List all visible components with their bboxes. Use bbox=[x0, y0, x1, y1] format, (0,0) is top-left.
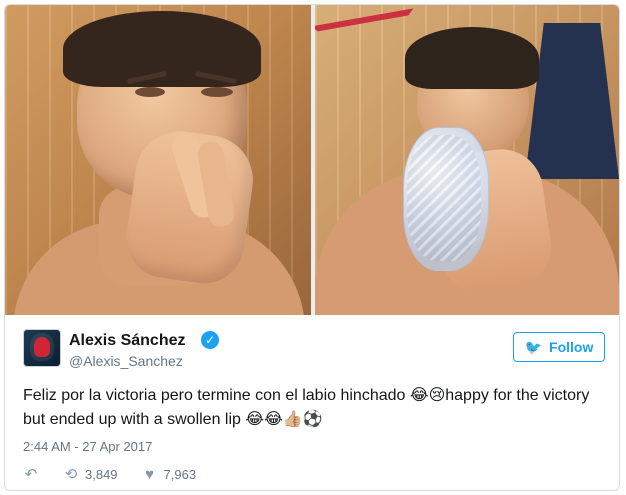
username[interactable]: @Alexis_Sanchez bbox=[69, 353, 183, 369]
tweet-actions: ↶ ⟲ 3,849 ♥ 7,963 bbox=[23, 467, 196, 482]
retweet-icon: ⟲ bbox=[64, 466, 78, 483]
reply-icon: ↶ bbox=[24, 466, 38, 483]
twitter-bird-icon: 🐦 bbox=[524, 339, 543, 355]
photo-left[interactable] bbox=[5, 5, 311, 315]
like-count: 7,963 bbox=[163, 467, 197, 482]
display-name[interactable]: Alexis Sánchez bbox=[69, 332, 186, 350]
left-eye bbox=[135, 87, 165, 97]
avatar[interactable] bbox=[23, 329, 61, 367]
timestamp[interactable]: 2:44 AM - 27 Apr 2017 bbox=[23, 439, 152, 454]
verified-icon: ✓ bbox=[201, 331, 219, 349]
retweet-count: 3,849 bbox=[85, 467, 118, 482]
follow-label: Follow bbox=[549, 339, 594, 355]
heart-icon: ♥ bbox=[145, 466, 154, 483]
right-eye bbox=[201, 87, 233, 97]
reply-action[interactable]: ↶ bbox=[23, 467, 39, 482]
ice-bag-texture bbox=[407, 135, 481, 261]
photo-right[interactable] bbox=[315, 5, 619, 315]
retweet-action[interactable]: ⟲ 3,849 bbox=[63, 467, 118, 482]
tweet-card: Alexis Sánchez ✓ @Alexis_Sanchez 🐦 Follo… bbox=[4, 4, 620, 491]
tweet-media[interactable] bbox=[5, 5, 619, 315]
tweet-content: Alexis Sánchez ✓ @Alexis_Sanchez 🐦 Follo… bbox=[23, 329, 613, 483]
follow-button[interactable]: 🐦 Follow bbox=[513, 332, 605, 362]
like-action[interactable]: ♥ 7,963 bbox=[142, 466, 197, 483]
tweet-text: Feliz por la victoria pero termine con e… bbox=[23, 387, 590, 428]
hair bbox=[405, 27, 539, 89]
